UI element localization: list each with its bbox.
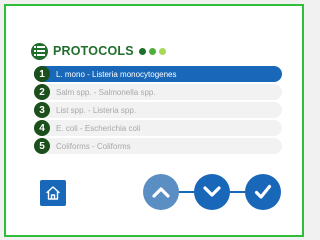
protocol-label: Coliforms - Coliforms	[56, 141, 131, 151]
status-dot-3	[158, 47, 166, 55]
protocol-number: 1	[34, 66, 50, 82]
status-dot-2	[148, 47, 156, 55]
list-icon	[31, 42, 48, 60]
status-dot-1	[138, 47, 146, 55]
page-title: PROTOCOLS	[53, 44, 134, 58]
navigation-controls	[143, 174, 281, 210]
confirm-button[interactable]	[245, 174, 281, 210]
protocol-label: E. coli - Escherichia coli	[56, 123, 141, 133]
checkmark-icon	[254, 184, 272, 199]
protocol-number: 2	[34, 84, 50, 100]
scroll-down-button[interactable]	[194, 174, 230, 210]
protocol-label: Salm spp. - Salmonella spp.	[56, 87, 156, 97]
header: PROTOCOLS	[31, 41, 166, 61]
protocol-number: 3	[34, 102, 50, 118]
protocol-item[interactable]: 2 Salm spp. - Salmonella spp.	[34, 84, 282, 100]
scroll-up-button[interactable]	[143, 174, 179, 210]
protocol-item[interactable]: 1 L. mono - Listeria monocytogenes	[34, 66, 282, 82]
protocol-item[interactable]: 4 E. coli - Escherichia coli	[34, 120, 282, 136]
home-icon	[46, 186, 60, 200]
protocol-item[interactable]: 3 List spp. - Listeria spp.	[34, 102, 282, 118]
protocol-label: L. mono - Listeria monocytogenes	[56, 69, 177, 79]
chevron-up-icon	[152, 187, 170, 198]
status-dots	[138, 47, 166, 55]
home-button[interactable]	[40, 180, 66, 206]
protocol-number: 5	[34, 138, 50, 154]
protocol-list: 1 L. mono - Listeria monocytogenes 2 Sal…	[34, 66, 282, 156]
protocol-number: 4	[34, 120, 50, 136]
chevron-down-icon	[203, 186, 221, 197]
protocol-label: List spp. - Listeria spp.	[56, 105, 137, 115]
protocol-item[interactable]: 5 Coliforms - Coliforms	[34, 138, 282, 154]
